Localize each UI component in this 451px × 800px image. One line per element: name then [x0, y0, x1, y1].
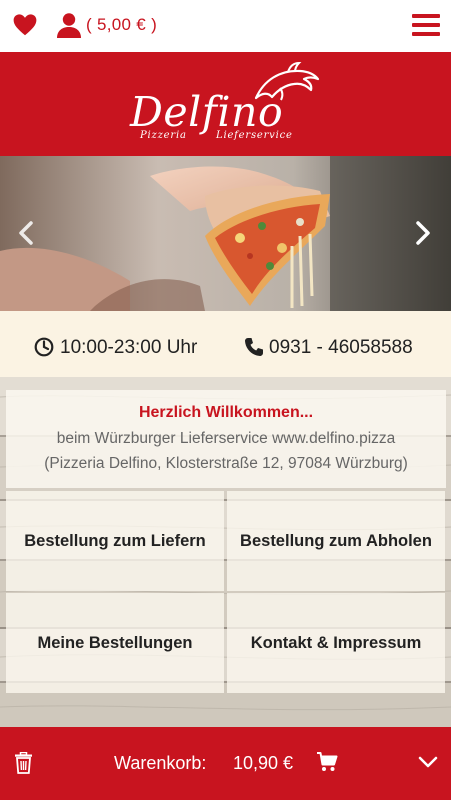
cart-bar [0, 727, 451, 800]
cart-label: Warenkorb: [114, 753, 207, 773]
cart-icon[interactable] [316, 751, 338, 773]
my-orders-button[interactable]: Meine Bestellungen [6, 593, 224, 693]
order-pickup-button[interactable]: Bestellung zum Abholen [227, 491, 445, 591]
brand-subtitle-pizzeria: Pizzeria [140, 130, 187, 141]
welcome-text-line1: beim Würzburger Lieferservice www.delfin… [56, 430, 396, 447]
top-bar: ( 5,00 € ) [0, 0, 451, 52]
hero-slider[interactable] [0, 156, 451, 311]
credit-balance: ( 5,00 € ) [86, 15, 158, 34]
phone-number[interactable]: 0931 - 46058588 [269, 337, 413, 359]
chevron-right-icon[interactable] [412, 218, 434, 248]
brand-name: Delfino [130, 88, 284, 136]
clock-icon [34, 337, 54, 357]
hero-image-pizza [0, 156, 451, 311]
heart-icon[interactable] [12, 12, 38, 38]
welcome-card: Herzlich Willkommen... beim Würzburger L… [6, 390, 446, 488]
phone-icon[interactable] [243, 336, 265, 358]
trash-icon[interactable] [14, 752, 33, 774]
chevron-down-icon[interactable] [418, 755, 438, 769]
cart-total: 10,90 € [233, 753, 294, 773]
menu-icon[interactable] [412, 14, 440, 38]
brand-subtitle-lieferservice: Lieferservice [216, 130, 293, 141]
contact-imprint-button[interactable]: Kontakt & Impressum [227, 593, 445, 693]
welcome-text-line2: (Pizzeria Delfino, Klosterstraße 12, 970… [44, 455, 408, 472]
chevron-left-icon[interactable] [15, 218, 37, 248]
order-delivery-button[interactable]: Bestellung zum Liefern [6, 491, 224, 591]
opening-hours: 10:00-23:00 Uhr [60, 337, 198, 358]
welcome-title: Herzlich Willkommen... [138, 404, 314, 421]
user-icon[interactable] [55, 11, 83, 39]
brand-header: Delfino Pizzeria Lieferservice [0, 52, 451, 156]
